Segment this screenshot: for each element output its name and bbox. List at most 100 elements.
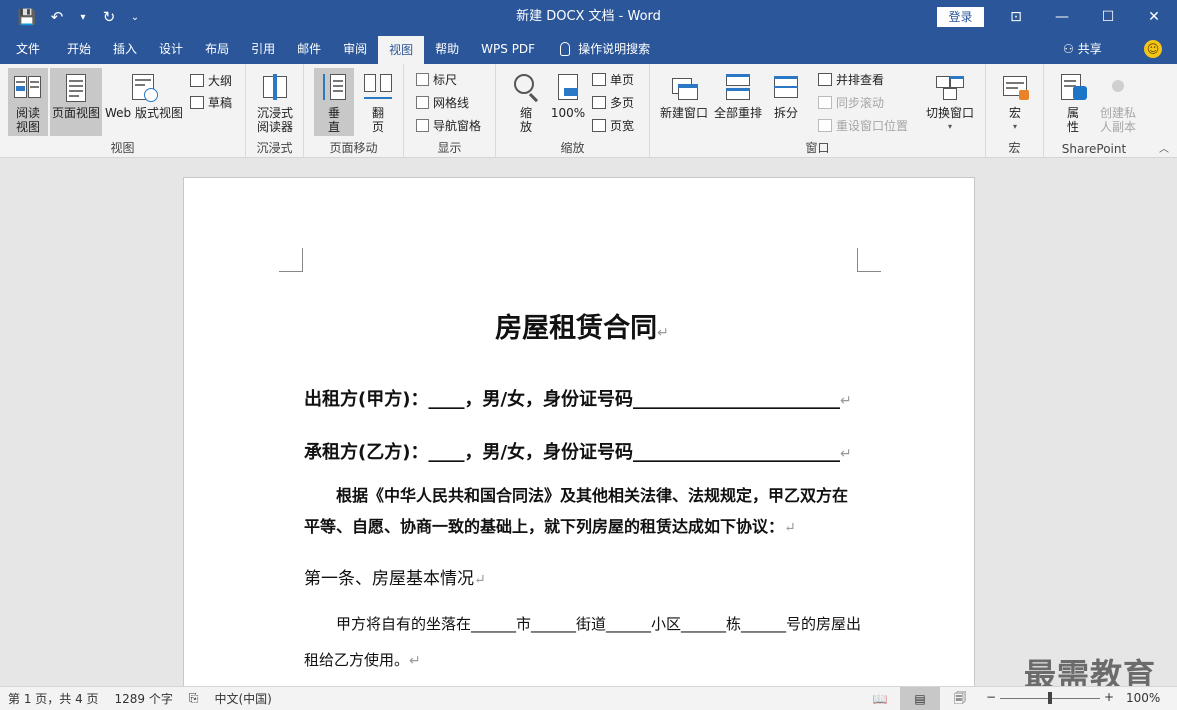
document-canvas[interactable]: 房屋租赁合同↵ 出租方(甲方)：____，男/女，身份证号码__________… — [0, 158, 1177, 686]
tab-wps-pdf[interactable]: WPS PDF — [470, 34, 546, 64]
split-label: 拆分 — [773, 106, 798, 120]
minimize-icon[interactable]: — — [1039, 0, 1085, 34]
arrange-all-button[interactable]: 全部重排 — [712, 68, 764, 136]
ruler-label: 标尺 — [433, 72, 458, 87]
group-page-movement: 垂 直 翻 页 页面移动 — [304, 64, 404, 158]
sync-scroll-icon — [818, 95, 832, 109]
redo-icon[interactable]: ↻ — [94, 0, 124, 34]
properties-button[interactable]: 属 性 — [1052, 68, 1094, 136]
proofing-icon[interactable]: ⎘ — [181, 691, 207, 706]
arrange-all-label: 全部重排 — [713, 106, 762, 120]
login-button[interactable]: 登录 — [937, 7, 984, 27]
reset-window-position-button[interactable]: 重设窗口位置 — [818, 115, 908, 135]
one-page-button[interactable]: 单页 — [592, 69, 634, 89]
document-page[interactable]: 房屋租赁合同↵ 出租方(甲方)：____，男/女，身份证号码__________… — [183, 177, 975, 686]
tab-home[interactable]: 开始 — [56, 34, 102, 64]
tab-mailings[interactable]: 邮件 — [286, 34, 332, 64]
immersive-reader-button[interactable]: 沉浸式 阅读器 — [252, 68, 298, 136]
properties-label: 属 性 — [1066, 106, 1079, 134]
properties-icon — [1057, 72, 1089, 104]
split-button[interactable]: 拆分 — [766, 68, 806, 136]
collapse-ribbon-icon[interactable]: ︿ — [1159, 140, 1169, 155]
page-count[interactable]: 第 1 页，共 4 页 — [0, 690, 107, 707]
save-icon[interactable]: 💾 — [12, 0, 42, 34]
customize-qat-icon[interactable]: ⌄ — [124, 0, 146, 34]
tell-me-search[interactable]: 操作说明搜索 — [546, 34, 661, 64]
new-window-button[interactable]: 新建窗口 — [656, 68, 712, 136]
web-layout-view-icon[interactable]: 🗐 — [940, 687, 980, 710]
paragraph-mark: ↵ — [657, 325, 669, 341]
draft-button[interactable]: 草稿 — [190, 92, 232, 112]
tab-references[interactable]: 引用 — [240, 34, 286, 64]
tab-help[interactable]: 帮助 — [424, 34, 470, 64]
read-mode-view-icon[interactable]: 📖 — [860, 687, 900, 710]
web-layout-icon — [128, 72, 160, 104]
read-mode-icon — [12, 72, 44, 104]
zoom-in-icon[interactable]: + — [1104, 690, 1114, 704]
feedback-smiley-icon[interactable]: ☺ — [1144, 40, 1162, 58]
ruler-check-icon[interactable] — [416, 72, 429, 86]
macros-button[interactable]: 宏 ▾ — [994, 68, 1036, 136]
page-width-button[interactable]: 页宽 — [592, 115, 634, 135]
new-window-label: 新建窗口 — [659, 106, 708, 120]
ribbon-display-options-icon[interactable]: ⊡ — [993, 0, 1039, 34]
ruler-checkbox[interactable]: 标尺 — [416, 69, 457, 89]
zoom-100-label: 100% — [550, 106, 586, 120]
paragraph-mark: ↵ — [409, 653, 421, 669]
tab-view[interactable]: 视图 — [378, 36, 425, 64]
print-layout-label: 页面视图 — [51, 106, 100, 120]
print-layout-button[interactable]: 页面视图 — [50, 68, 102, 136]
group-show: 标尺 网格线 导航窗格 显示 — [404, 64, 496, 158]
tab-design[interactable]: 设计 — [148, 34, 194, 64]
multiple-pages-button[interactable]: 多页 — [592, 92, 634, 112]
print-layout-view-icon[interactable]: ▤ — [900, 687, 940, 710]
tab-file[interactable]: 文件 — [0, 34, 56, 64]
macros-chevron-icon: ▾ — [1012, 122, 1017, 131]
zoom-100-icon — [552, 72, 584, 104]
zoom-button[interactable]: 缩 放 — [506, 68, 546, 136]
gridlines-checkbox[interactable]: 网格线 — [416, 92, 469, 112]
web-layout-button[interactable]: Web 版式视图 — [104, 68, 184, 136]
undo-icon[interactable]: ↶ — [42, 0, 72, 34]
read-mode-label: 阅读 视图 — [15, 106, 40, 134]
reset-window-label: 重设窗口位置 — [836, 118, 909, 133]
side-to-side-icon — [362, 72, 394, 104]
paragraph-mark: ↵ — [840, 446, 852, 462]
undo-dropdown-icon[interactable]: ▾ — [72, 0, 94, 34]
gridlines-check-icon[interactable] — [416, 95, 429, 109]
nav-pane-checkbox[interactable]: 导航窗格 — [416, 115, 481, 135]
language-indicator[interactable]: 中文(中国) — [207, 690, 280, 707]
print-layout-icon — [60, 72, 92, 104]
nav-pane-label: 导航窗格 — [433, 118, 482, 133]
share-button[interactable]: ⚇ 共享 — [1063, 34, 1102, 64]
tab-layout[interactable]: 布局 — [194, 34, 240, 64]
zoom-100-button[interactable]: 100% — [548, 68, 588, 136]
read-mode-button[interactable]: 阅读 视图 — [8, 68, 48, 136]
nav-pane-check-icon[interactable] — [416, 118, 429, 132]
sync-scroll-button[interactable]: 同步滚动 — [818, 92, 884, 112]
tab-insert[interactable]: 插入 — [102, 34, 148, 64]
immersive-reader-label: 沉浸式 阅读器 — [256, 106, 293, 134]
macros-label: 宏 — [1008, 106, 1021, 120]
zoom-level[interactable]: 100% — [1126, 691, 1160, 705]
create-private-copy-button[interactable]: 创建私 人副本 — [1094, 68, 1142, 136]
close-icon[interactable]: ✕ — [1131, 0, 1177, 34]
zoom-slider-thumb[interactable] — [1048, 692, 1052, 704]
side-to-side-button[interactable]: 翻 页 — [358, 68, 398, 136]
immersive-reader-icon — [259, 72, 291, 104]
reset-window-icon — [818, 118, 832, 132]
restore-icon[interactable]: ☐ — [1085, 0, 1131, 34]
ribbon: 阅读 视图 页面视图 Web 版式视图 大纲 草稿 视图 沉浸式 阅读器 沉浸式… — [0, 64, 1177, 158]
margin-corner-top-right — [857, 248, 881, 272]
property-text: 甲方将自有的坐落在______市______街道______小区______栋_… — [304, 615, 862, 669]
switch-windows-label: 切换窗口 — [925, 106, 974, 120]
outline-button[interactable]: 大纲 — [190, 70, 232, 90]
group-show-label: 显示 — [437, 141, 462, 155]
paragraph-mark: ↵ — [474, 572, 486, 588]
tab-review[interactable]: 审阅 — [332, 34, 378, 64]
word-count[interactable]: 1289 个字 — [107, 690, 181, 707]
view-side-by-side-button[interactable]: 并排查看 — [818, 69, 884, 89]
zoom-out-icon[interactable]: − — [986, 690, 996, 704]
switch-windows-button[interactable]: 切换窗口 ▾ — [922, 68, 978, 136]
vertical-button[interactable]: 垂 直 — [314, 68, 354, 136]
